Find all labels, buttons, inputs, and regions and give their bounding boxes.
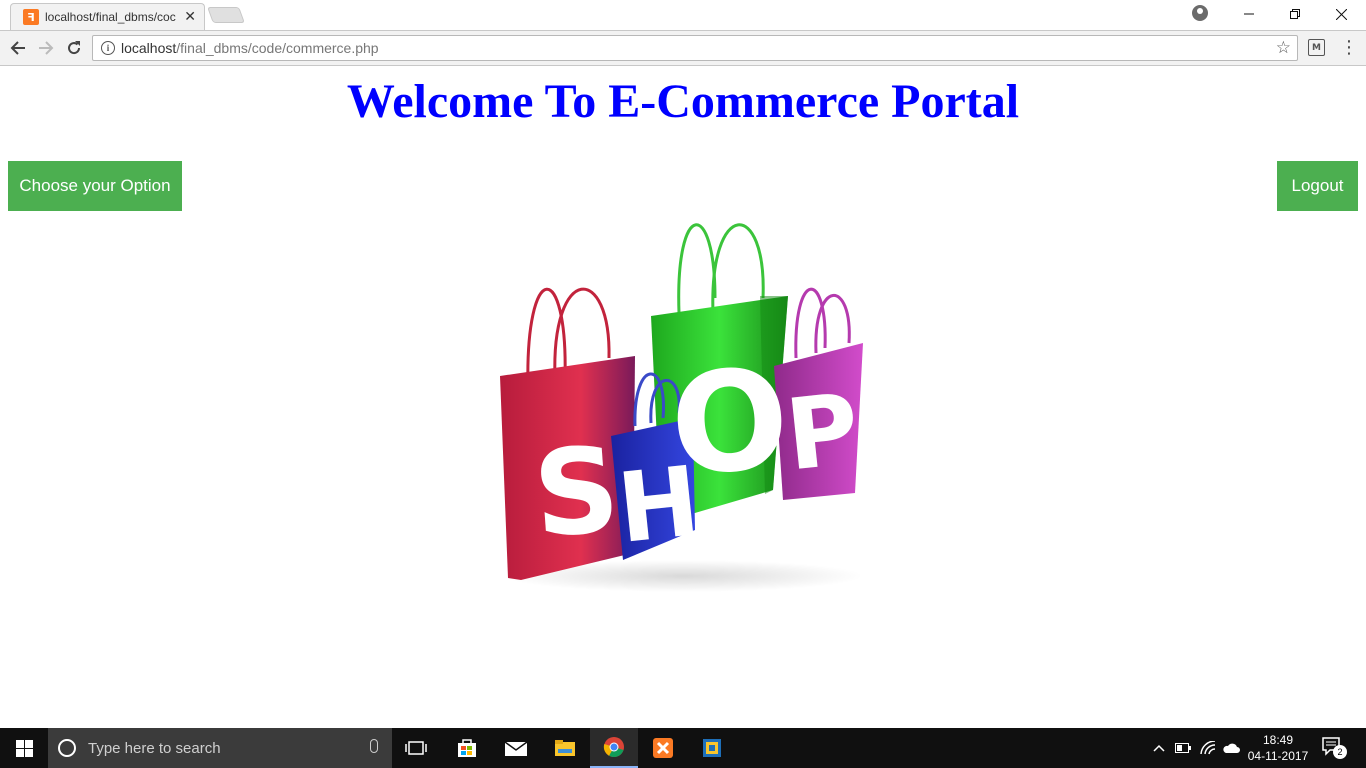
minimize-button[interactable] [1226, 0, 1272, 28]
clock-time: 18:49 [1262, 733, 1294, 747]
choose-option-button[interactable]: Choose your Option [8, 161, 182, 211]
browser-tab[interactable]: ꟻ localhost/final_dbms/coc ✕ [10, 3, 205, 30]
task-view-icon[interactable] [392, 728, 440, 768]
logout-button[interactable]: Logout [1277, 161, 1358, 211]
chrome-icon[interactable] [590, 728, 638, 768]
info-icon[interactable]: i [101, 41, 115, 55]
letter-s: S [529, 420, 623, 564]
tab-close-icon[interactable]: ✕ [184, 9, 196, 25]
taskbar-search-placeholder: Type here to search [88, 739, 221, 757]
letter-p: P [781, 373, 864, 494]
file-explorer-icon[interactable] [541, 728, 589, 768]
browser-toolbar: i localhost/final_dbms/code/commerce.php… [0, 30, 1366, 66]
back-arrow-icon[interactable] [7, 37, 29, 59]
xampp-icon[interactable] [639, 728, 687, 768]
clock-date: 04-11-2017 [1247, 749, 1309, 763]
browser-menu-icon[interactable]: ⋮ [1340, 37, 1358, 58]
reload-icon[interactable] [63, 37, 85, 59]
show-hidden-icons-chevron-icon[interactable] [1150, 728, 1168, 768]
forward-arrow-icon[interactable] [35, 37, 57, 59]
page-title: Welcome To E-Commerce Portal [346, 75, 1020, 128]
virtualbox-icon[interactable] [688, 728, 736, 768]
tab-strip: ꟻ localhost/final_dbms/coc ✕ [0, 0, 1366, 30]
new-tab-button[interactable] [207, 7, 245, 23]
xampp-favicon-icon: ꟻ [23, 9, 39, 25]
notification-count-badge: 2 [1333, 745, 1347, 759]
shop-bags-image: S H O P [500, 223, 864, 592]
store-icon[interactable] [443, 728, 491, 768]
restore-button[interactable] [1272, 0, 1318, 28]
taskbar-search-box[interactable]: Type here to search [48, 728, 392, 768]
onedrive-cloud-icon[interactable] [1220, 728, 1242, 768]
letter-o: O [667, 339, 793, 506]
microphone-icon[interactable] [370, 739, 378, 753]
bookmark-star-icon[interactable]: ☆ [1276, 38, 1291, 58]
close-window-button[interactable] [1318, 0, 1364, 28]
cortana-icon [58, 739, 76, 757]
system-clock[interactable]: 18:49 04-11-2017 [1240, 732, 1316, 764]
windows-start-icon[interactable] [0, 728, 48, 768]
mail-icon[interactable] [492, 728, 540, 768]
extension-icon[interactable]: M [1308, 39, 1325, 56]
tab-title: localhost/final_dbms/coc [45, 10, 176, 24]
profile-icon[interactable] [1192, 5, 1208, 21]
windows-taskbar: Type here to search 18:49 04-11-2017 2 [0, 728, 1366, 768]
url-text: localhost/final_dbms/code/commerce.php [121, 40, 379, 56]
address-bar[interactable]: i localhost/final_dbms/code/commerce.php… [92, 35, 1298, 61]
battery-icon[interactable] [1172, 728, 1194, 768]
wifi-icon[interactable] [1196, 728, 1220, 768]
